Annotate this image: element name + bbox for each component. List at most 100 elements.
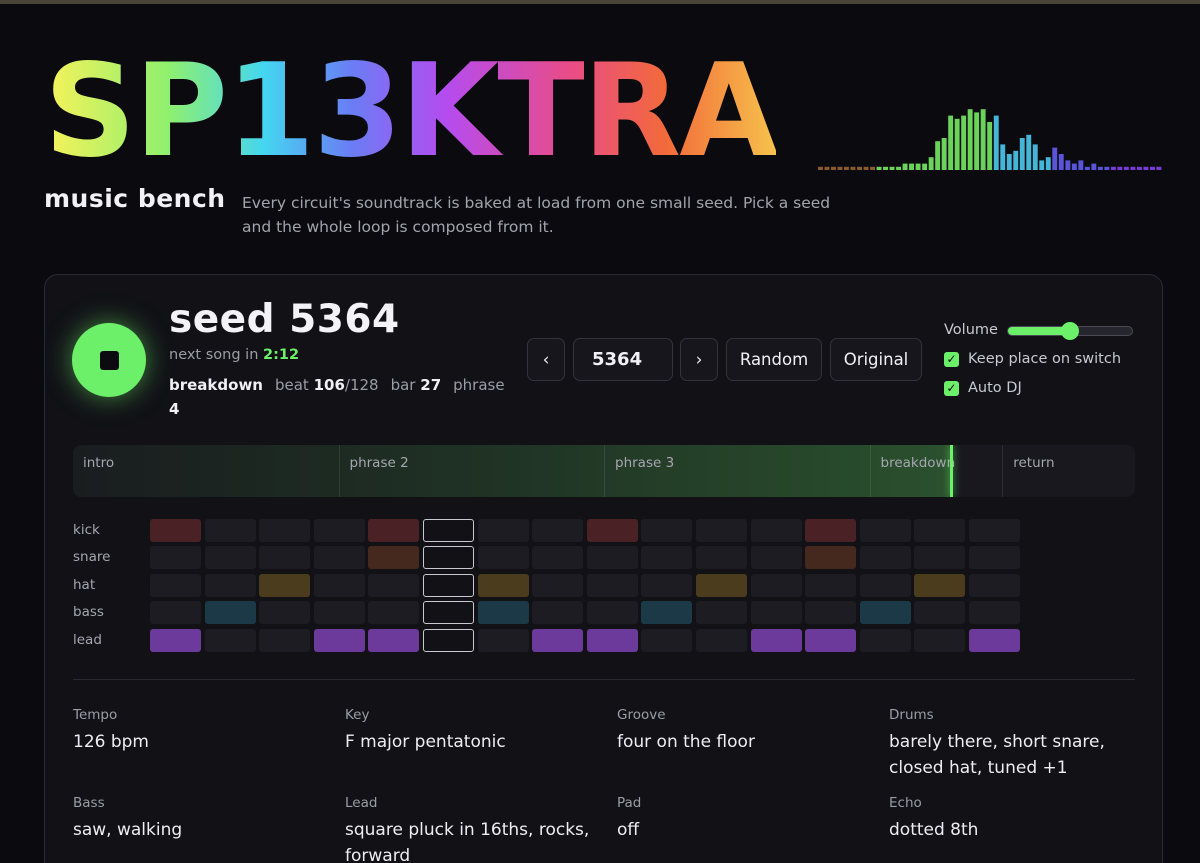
playhead [950,445,954,497]
sequencer-step[interactable] [204,628,256,652]
timeline-section[interactable]: phrase 3 [604,445,870,497]
volume-thumb[interactable] [1061,322,1079,340]
sequencer-step[interactable] [150,628,201,652]
sequencer-step[interactable] [696,573,747,597]
sequencer-step[interactable] [859,519,911,542]
sequencer-step[interactable] [313,546,365,570]
sequencer-step[interactable] [696,519,747,542]
sequencer-step[interactable] [750,573,802,597]
sequencer-step[interactable] [477,628,529,652]
timeline-section[interactable]: phrase 2 [338,445,605,497]
sequencer-step[interactable] [696,628,747,652]
song-timeline[interactable]: intro phrase 2 phrase 3 breakdown return [73,445,1135,497]
sequencer-step[interactable] [313,573,365,597]
timeline-section[interactable]: intro [73,445,339,497]
detail-value: F major pentatonic [345,732,506,752]
sequencer-step[interactable] [532,546,584,570]
sequencer-step[interactable] [859,601,911,625]
sequencer-step[interactable] [914,519,966,542]
timeline-section[interactable]: breakdown [869,445,1003,497]
sequencer-step[interactable] [204,601,256,625]
sequencer-step[interactable] [750,601,802,625]
sequencer-step[interactable] [477,519,529,542]
sequencer-step[interactable] [805,573,857,597]
sequencer-step[interactable] [532,573,584,597]
sequencer-step[interactable] [805,601,857,625]
sequencer-step[interactable] [969,519,1020,542]
sequencer-step[interactable] [313,628,365,652]
seed-input[interactable]: 5364 [573,338,673,381]
sequencer-step[interactable] [914,601,966,625]
auto-dj-checkbox[interactable]: ✓ [944,380,959,396]
sequencer-step[interactable] [969,628,1020,652]
sequencer-step[interactable] [204,519,256,542]
sequencer-step[interactable] [477,601,529,625]
sequencer-step[interactable] [368,601,420,625]
sequencer-step[interactable] [969,601,1020,625]
sequencer-step[interactable] [423,601,474,625]
sequencer-step[interactable] [641,573,693,597]
sequencer-step[interactable] [259,628,311,652]
sequencer-step[interactable] [696,601,747,625]
sequencer-step[interactable] [586,519,638,542]
sequencer-step[interactable] [641,628,693,652]
stop-button[interactable] [72,323,146,397]
sequencer-step[interactable] [586,628,638,652]
sequencer-step[interactable] [586,546,638,570]
sequencer-step[interactable] [641,519,693,542]
keep-place-checkbox[interactable]: ✓ [944,351,959,367]
spectrum-bar [1078,160,1084,170]
sequencer-step[interactable] [150,546,201,570]
original-button[interactable]: Original [830,338,922,381]
sequencer-step[interactable] [259,601,311,625]
sequencer-step[interactable] [586,573,638,597]
sequencer-step[interactable] [914,546,966,570]
sequencer-step[interactable] [150,519,201,542]
sequencer-step[interactable] [805,546,857,570]
sequencer-step[interactable] [368,519,420,542]
sequencer-step[interactable] [859,628,911,652]
auto-dj-toggle[interactable]: ✓ Auto DJ [944,380,1022,396]
sequencer-step[interactable] [150,573,201,597]
sequencer-step[interactable] [532,519,584,542]
sequencer-step[interactable] [969,546,1020,570]
sequencer-step[interactable] [586,601,638,625]
next-seed-button[interactable]: › [680,338,718,381]
sequencer-step[interactable] [859,546,911,570]
sequencer-step[interactable] [204,573,256,597]
sequencer-step[interactable] [477,573,529,597]
sequencer-step[interactable] [368,573,420,597]
sequencer-step[interactable] [259,573,311,597]
sequencer-step[interactable] [969,573,1020,597]
sequencer-step[interactable] [368,546,420,570]
sequencer-step[interactable] [532,601,584,625]
sequencer-step[interactable] [150,601,201,625]
sequencer-step[interactable] [859,573,911,597]
sequencer-step[interactable] [204,546,256,570]
prev-seed-button[interactable]: ‹ [527,338,565,381]
sequencer-step[interactable] [313,519,365,542]
sequencer-step[interactable] [423,573,474,597]
sequencer-step[interactable] [750,519,802,542]
sequencer-step[interactable] [696,546,747,570]
sequencer-step[interactable] [750,628,802,652]
sequencer-step[interactable] [423,628,474,652]
sequencer-step[interactable] [313,601,365,625]
sequencer-step[interactable] [914,628,966,652]
random-button[interactable]: Random [726,338,822,381]
sequencer-step[interactable] [259,546,311,570]
sequencer-step[interactable] [532,628,584,652]
sequencer-step[interactable] [423,519,474,542]
sequencer-step[interactable] [259,519,311,542]
sequencer-step[interactable] [805,519,857,542]
sequencer-step[interactable] [477,546,529,570]
sequencer-step[interactable] [641,546,693,570]
sequencer-step[interactable] [750,546,802,570]
sequencer-step[interactable] [914,573,966,597]
sequencer-step[interactable] [368,628,420,652]
sequencer-step[interactable] [423,546,474,570]
timeline-section[interactable]: return [1002,445,1135,497]
sequencer-step[interactable] [805,628,857,652]
sequencer-step[interactable] [641,601,693,625]
keep-place-toggle[interactable]: ✓ Keep place on switch [944,351,1121,367]
